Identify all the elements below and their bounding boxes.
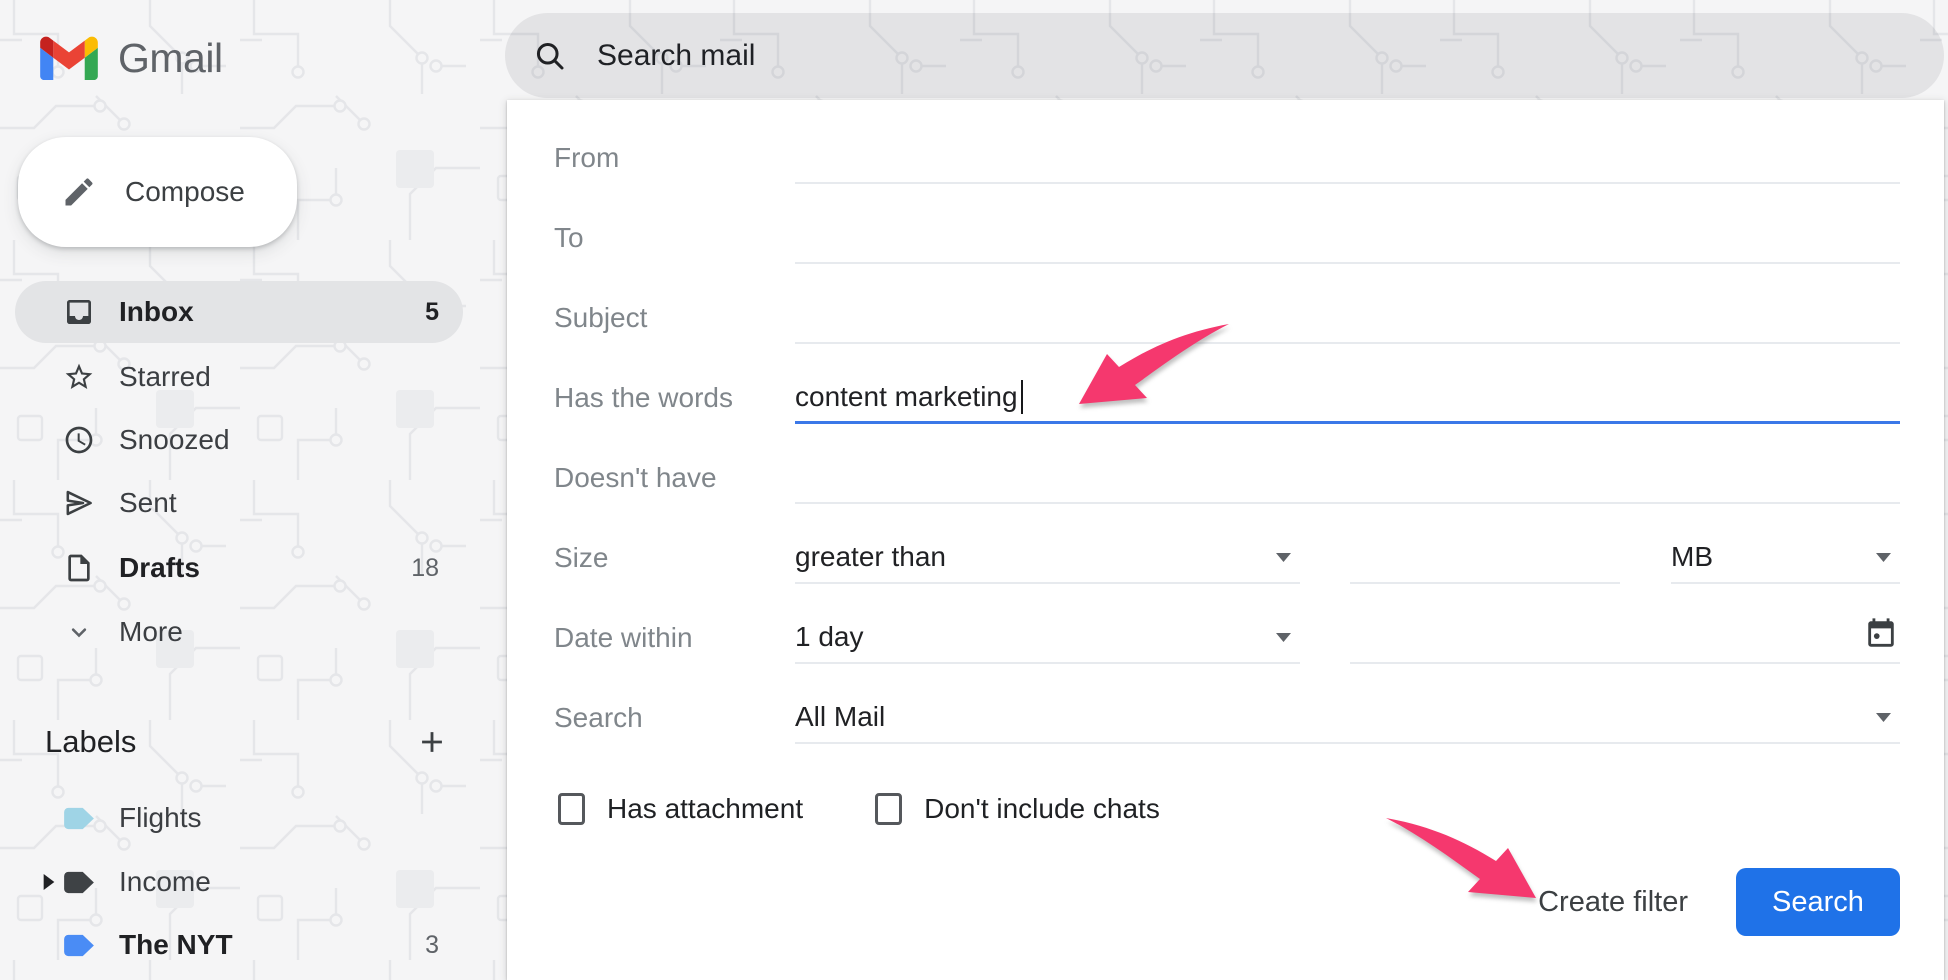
label-tag-icon [62, 869, 96, 896]
has-words-label: Has the words [554, 382, 795, 414]
sidebar-item-label: More [119, 616, 183, 648]
sidebar-item-snoozed[interactable]: Snoozed [15, 409, 463, 471]
subject-label: Subject [554, 302, 795, 334]
sidebar: Gmail Compose Inbox 5 [0, 0, 505, 980]
compose-label: Compose [125, 176, 245, 208]
date-input[interactable] [1350, 612, 1900, 664]
size-label: Size [554, 542, 795, 574]
size-amount-input[interactable] [1350, 532, 1620, 584]
search-input[interactable]: Search mail [597, 39, 755, 73]
label-name: The NYT [119, 929, 233, 961]
sidebar-item-starred[interactable]: Starred [15, 346, 463, 408]
sidebar-item-drafts[interactable]: Drafts 18 [15, 537, 463, 599]
send-icon [62, 487, 96, 519]
subject-input[interactable] [795, 292, 1900, 344]
dropdown-arrow-icon [1875, 552, 1892, 563]
star-icon [62, 361, 96, 393]
has-attachment-checkbox[interactable] [558, 793, 585, 825]
has-the-words-input[interactable]: content marketing [795, 372, 1900, 424]
dont-include-chats-checkbox[interactable] [875, 793, 902, 825]
sidebar-item-sent[interactable]: Sent [15, 472, 463, 534]
label-tag-icon [62, 932, 96, 959]
create-label-button[interactable] [415, 725, 449, 759]
pencil-icon [61, 174, 97, 210]
to-row: To [554, 212, 1900, 264]
search-submit-button[interactable]: Search [1736, 868, 1900, 936]
plus-icon [415, 725, 449, 759]
from-row: From [554, 132, 1900, 184]
search-scope-label: Search [554, 702, 795, 734]
label-tag-icon [62, 805, 96, 832]
sidebar-label-income[interactable]: Income [15, 851, 463, 913]
sidebar-label-flights[interactable]: Flights [15, 787, 463, 849]
sidebar-item-label: Snoozed [119, 424, 230, 456]
expand-arrow-icon[interactable] [42, 874, 56, 890]
gmail-m-icon [40, 36, 98, 80]
date-within-row: Date within 1 day [554, 612, 1900, 664]
label-count: 3 [425, 931, 439, 960]
to-label: To [554, 222, 795, 254]
search-scope-dropdown[interactable]: All Mail [795, 692, 1900, 744]
doesnt-have-input[interactable] [795, 452, 1900, 504]
inbox-icon [62, 296, 96, 328]
sidebar-item-label: Inbox [119, 296, 194, 328]
sidebar-item-label: Starred [119, 361, 211, 393]
calendar-icon[interactable] [1864, 617, 1898, 651]
checkbox-row: Has attachment Don't include chats [554, 787, 1900, 831]
dont-include-chats-label: Don't include chats [924, 793, 1160, 825]
from-label: From [554, 142, 795, 174]
doesnt-have-row: Doesn't have [554, 452, 1900, 504]
date-within-label: Date within [554, 622, 795, 654]
create-filter-button[interactable]: Create filter [1538, 886, 1688, 919]
has-attachment-label: Has attachment [607, 793, 803, 825]
dont-include-chats-option[interactable]: Don't include chats [875, 793, 1160, 825]
dropdown-arrow-icon [1275, 632, 1292, 643]
sidebar-label-the-nyt[interactable]: The NYT 3 [15, 914, 463, 976]
sidebar-item-label: Drafts [119, 552, 200, 584]
gmail-logo[interactable]: Gmail [40, 30, 223, 86]
labels-title: Labels [45, 724, 136, 760]
annotation-arrow-create-filter [1380, 810, 1542, 908]
sidebar-item-more[interactable]: More [15, 601, 463, 663]
search-icon[interactable] [532, 38, 568, 74]
from-input[interactable] [795, 132, 1900, 184]
doesnt-have-label: Doesn't have [554, 462, 795, 494]
sidebar-item-label: Sent [119, 487, 177, 519]
chevron-down-icon [62, 618, 96, 646]
search-bar[interactable]: Search mail [505, 13, 1944, 98]
has-attachment-option[interactable]: Has attachment [558, 793, 803, 825]
dropdown-arrow-icon [1875, 712, 1892, 723]
clock-icon [62, 424, 96, 456]
to-input[interactable] [795, 212, 1900, 264]
size-unit-dropdown[interactable]: MB [1671, 532, 1900, 584]
compose-button[interactable]: Compose [18, 137, 297, 247]
annotation-arrow-has-words [1073, 318, 1235, 412]
label-name: Flights [119, 802, 201, 834]
size-row: Size greater than MB [554, 532, 1900, 584]
date-range-dropdown[interactable]: 1 day [795, 612, 1300, 664]
draft-icon [62, 552, 96, 584]
drafts-count: 18 [411, 554, 439, 583]
labels-header: Labels [45, 711, 449, 773]
has-words-value: content marketing [795, 381, 1018, 413]
dropdown-arrow-icon [1275, 552, 1292, 563]
brand-wordmark: Gmail [118, 35, 223, 82]
search-filter-panel: From To Subject Has the words content ma… [507, 100, 1944, 980]
gmail-app: Gmail Compose Inbox 5 [0, 0, 1948, 980]
label-name: Income [119, 866, 211, 898]
size-operator-dropdown[interactable]: greater than [795, 532, 1300, 584]
text-cursor [1021, 380, 1023, 414]
actions-row: Create filter Search [554, 867, 1900, 937]
unread-count: 5 [425, 298, 439, 327]
search-scope-row: Search All Mail [554, 692, 1900, 744]
sidebar-item-inbox[interactable]: Inbox 5 [15, 281, 463, 343]
